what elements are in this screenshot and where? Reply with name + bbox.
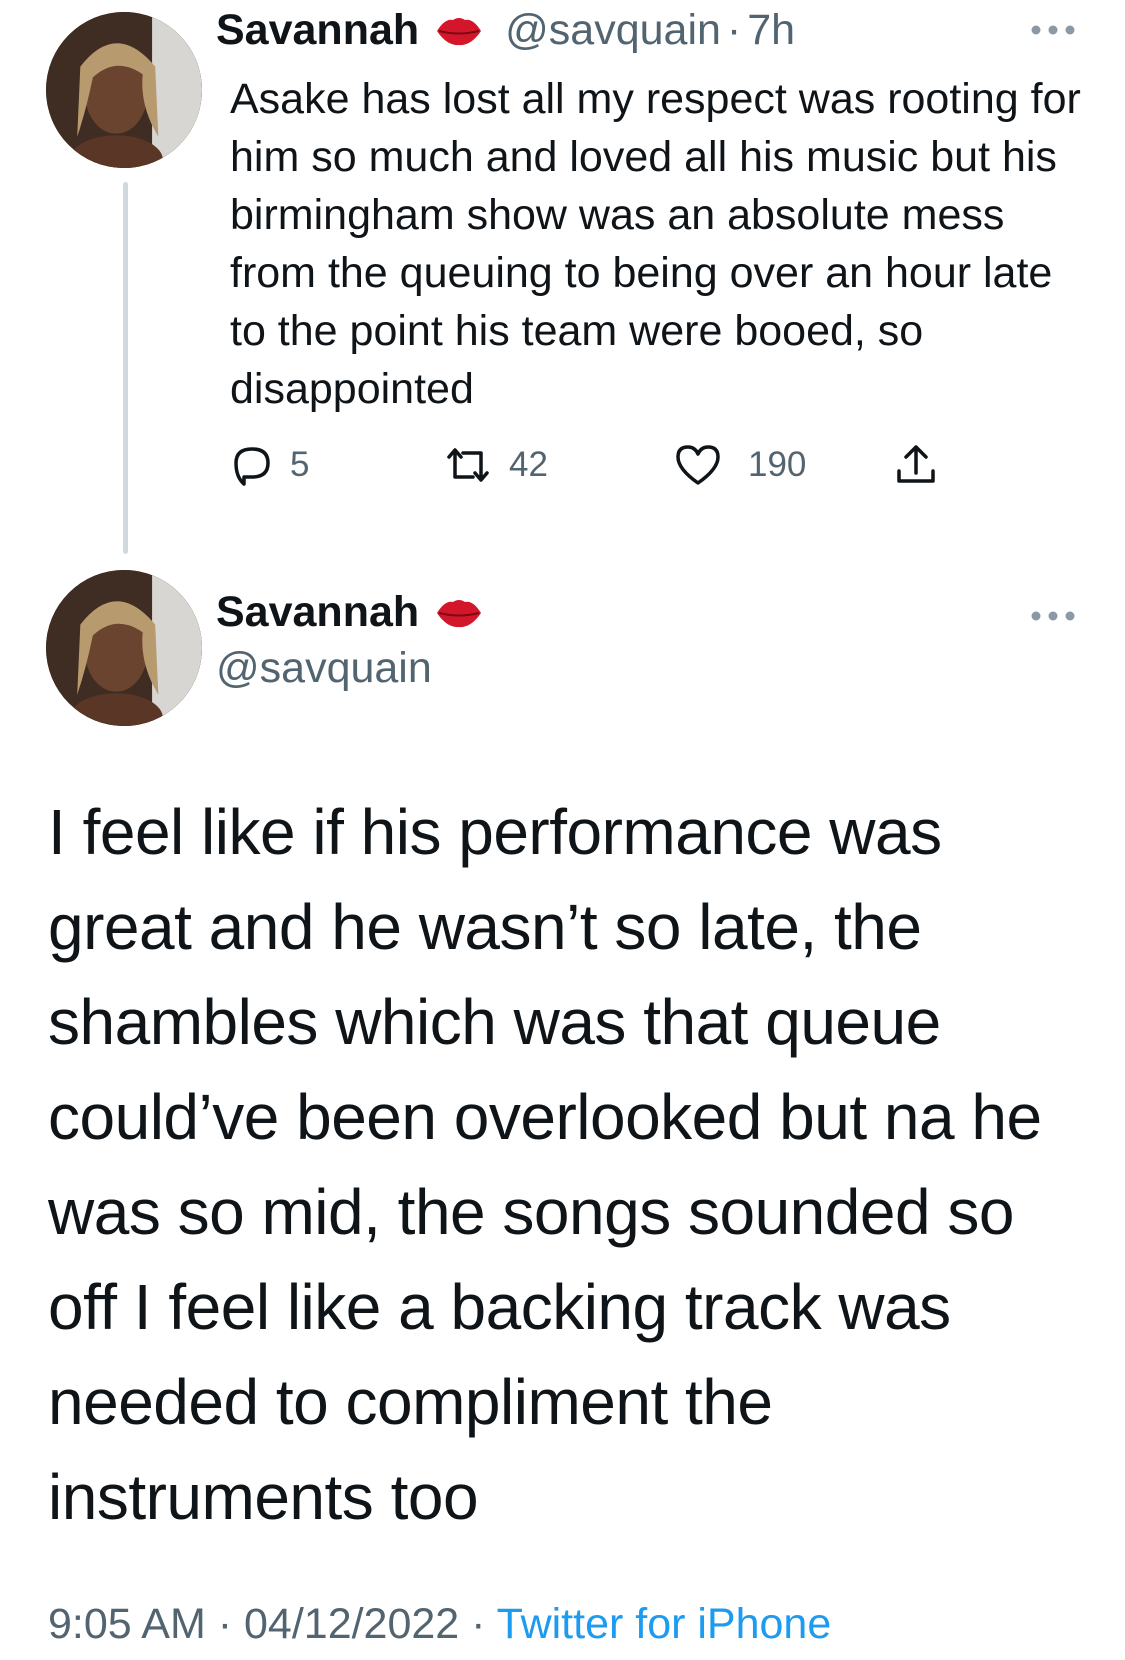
- retweet-count: 42: [509, 445, 548, 484]
- thread-line: [123, 182, 128, 554]
- separator-dot: ·: [217, 1600, 233, 1648]
- reply-action[interactable]: 5: [230, 440, 309, 490]
- author-name[interactable]: Savannah: [216, 6, 419, 55]
- tweet-date[interactable]: 04/12/2022: [244, 1600, 459, 1648]
- tweet-1-header: Savannah @savquain · 7h: [216, 6, 795, 55]
- heart-icon: [674, 443, 722, 487]
- separator-dot: ·: [726, 6, 742, 54]
- tweet-source-link[interactable]: Twitter for iPhone: [497, 1600, 832, 1648]
- avatar[interactable]: [46, 570, 202, 726]
- avatar-image: [46, 12, 202, 168]
- share-icon: [894, 443, 938, 487]
- more-icon[interactable]: [1028, 606, 1078, 636]
- tweet-time[interactable]: 9:05 AM: [48, 1600, 206, 1648]
- retweet-icon: [443, 443, 493, 487]
- author-handle[interactable]: @savquain: [505, 6, 721, 55]
- lips-icon: [435, 596, 483, 630]
- reply-icon: [230, 443, 274, 487]
- more-icon[interactable]: [1028, 20, 1078, 50]
- tweet-time[interactable]: 7h: [747, 6, 795, 55]
- reply-count: 5: [290, 445, 310, 484]
- like-action[interactable]: 190: [674, 440, 806, 490]
- lips-icon: [435, 14, 483, 48]
- like-count: 190: [748, 445, 807, 484]
- tweet-1-text: Asake has lost all my respect was rootin…: [230, 75, 1081, 413]
- tweet-2-text: I feel like if his performance was great…: [48, 796, 1042, 1533]
- avatar[interactable]: [46, 12, 202, 168]
- share-action[interactable]: [894, 440, 938, 490]
- tweet-2-header: Savannah: [216, 588, 483, 637]
- author-handle[interactable]: @savquain: [216, 644, 432, 693]
- avatar-image: [46, 570, 202, 726]
- separator-dot: ·: [471, 1600, 486, 1648]
- retweet-action[interactable]: 42: [443, 440, 548, 490]
- author-name[interactable]: Savannah: [216, 588, 419, 637]
- tweet-meta: 9:05 AM · 04/12/2022 · Twitter for iPhon…: [48, 1600, 831, 1649]
